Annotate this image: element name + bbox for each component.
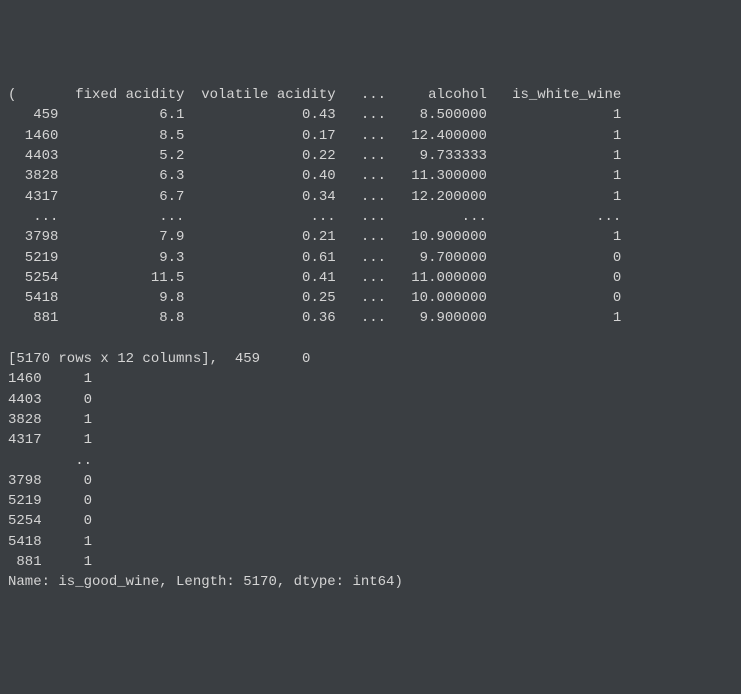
dataframe-header-line: ( fixed acidity volatile acidity ... alc… — [8, 87, 621, 103]
dataframe-body: 459 6.1 0.43 ... 8.500000 1 1460 8.5 0.1… — [8, 107, 621, 326]
console-output: ( fixed acidity volatile acidity ... alc… — [8, 85, 733, 592]
series-body: 1460 1 4403 0 3828 1 4317 1 .. 3798 0 52… — [8, 371, 92, 570]
series-footer: Name: is_good_wine, Length: 5170, dtype:… — [8, 574, 403, 590]
dataframe-shape-line: [5170 rows x 12 columns], 459 0 — [8, 351, 310, 367]
